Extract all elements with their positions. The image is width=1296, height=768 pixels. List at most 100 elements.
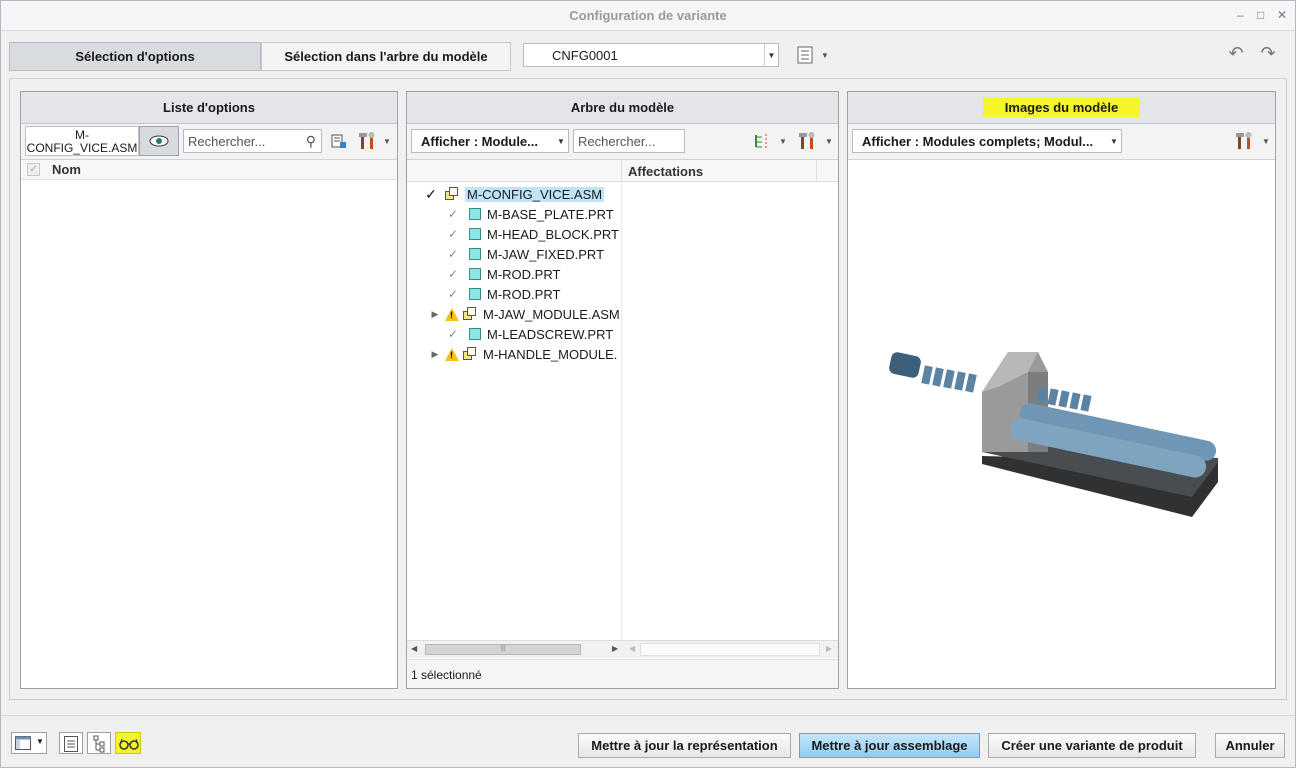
tree-row[interactable]: ▶ ! M-HANDLE_MODULE.: [429, 344, 618, 364]
tree-row[interactable]: ✓ M-JAW_FIXED.PRT: [447, 244, 604, 264]
layout-icon: [15, 736, 31, 750]
tree-row[interactable]: ✓ M-HEAD_BLOCK.PRT: [447, 224, 619, 244]
close-icon[interactable]: ✕: [1277, 8, 1287, 22]
tree-status-bar: 1 sélectionné: [407, 659, 838, 688]
tree-row[interactable]: ✓ M-ROD.PRT: [447, 264, 560, 284]
part-icon: [469, 248, 481, 260]
part-icon: [469, 268, 481, 280]
options-column-header: ✓ Nom: [21, 160, 397, 180]
images-show-dropdown[interactable]: Afficher : Modules complets; Modul... ▼: [852, 129, 1122, 153]
tree-item-label: M-JAW_MODULE.ASM: [483, 306, 620, 322]
glasses-icon: [119, 738, 139, 750]
images-view-button[interactable]: [115, 732, 141, 754]
part-icon: [469, 208, 481, 220]
tree-show-value: Afficher : Module...: [421, 133, 538, 149]
options-toolbar: M- CONFIG_VICE.ASM Rechercher... ⚲ ▼: [21, 124, 397, 160]
check-icon[interactable]: ✓: [447, 267, 459, 281]
tab-bar: Sélection d'options Sélection dans l'arb…: [1, 32, 1295, 77]
tree-tools-icon[interactable]: [797, 131, 819, 151]
check-icon[interactable]: ✓: [447, 247, 459, 261]
check-icon[interactable]: ✓: [447, 287, 459, 301]
chevron-down-icon[interactable]: ▼: [777, 133, 789, 149]
chevron-down-icon[interactable]: ▼: [381, 133, 393, 149]
warning-icon: !: [445, 307, 459, 321]
tree-show-dropdown[interactable]: Afficher : Module... ▼: [411, 129, 569, 153]
chevron-down-icon[interactable]: ▼: [823, 133, 835, 149]
column-name-label: Nom: [52, 162, 81, 177]
scroll-right-icon[interactable]: ▶: [612, 644, 618, 653]
tab-option-selection[interactable]: Sélection d'options: [9, 42, 261, 71]
tree-item-label: M-BASE_PLATE.PRT: [487, 206, 614, 222]
warning-icon: !: [445, 347, 459, 361]
eye-toggle-button[interactable]: [139, 126, 179, 156]
tree-item-label: M-JAW_FIXED.PRT: [487, 246, 605, 262]
module-icon: [463, 307, 477, 321]
title-bar: Configuration de variante – □ ✕: [1, 1, 1295, 31]
chevron-down-icon: ▼: [557, 136, 565, 146]
list-icon: [64, 736, 78, 752]
images-show-value: Afficher : Modules complets; Modul...: [862, 133, 1094, 149]
chevron-down-icon[interactable]: ▼: [1260, 133, 1272, 149]
check-icon[interactable]: ✓: [447, 207, 459, 221]
window-title: Configuration de variante: [569, 8, 727, 23]
tree-item-label: M-HANDLE_MODULE.: [483, 346, 618, 362]
undo-icon[interactable]: ↶: [1225, 42, 1247, 64]
module-icon: [463, 347, 477, 361]
cancel-button[interactable]: Annuler: [1215, 733, 1285, 758]
model-name-chip: M- CONFIG_VICE.ASM: [25, 126, 139, 156]
images-tools-icon[interactable]: [1234, 131, 1256, 151]
column-assignments-label: Affectations: [628, 164, 704, 179]
redo-icon[interactable]: ↷: [1257, 42, 1279, 64]
eye-icon: [149, 135, 169, 147]
tools-icon[interactable]: [357, 131, 379, 151]
check-icon[interactable]: ✓: [425, 186, 437, 203]
configuration-select[interactable]: CNFG0001 ▼: [523, 43, 779, 67]
tree-item-label: M-ROD.PRT: [487, 266, 561, 282]
update-assembly-button[interactable]: Mettre à jour assemblage: [799, 733, 980, 758]
bottom-bar: ▼ Mettre à jour la représentation Mettre…: [1, 715, 1295, 767]
select-all-checkbox[interactable]: ✓: [27, 163, 40, 176]
tree-item-label: M-LEADSCREW.PRT: [487, 326, 614, 342]
filter-list-icon[interactable]: [330, 132, 348, 150]
options-search-placeholder: Rechercher...: [188, 133, 266, 149]
layout-switch-button[interactable]: ▼: [11, 732, 47, 754]
tree-row[interactable]: ✓ M-CONFIG_VICE.ASM: [425, 184, 605, 204]
check-icon[interactable]: ✓: [447, 327, 459, 341]
tree-columns-icon[interactable]: [753, 132, 773, 150]
scroll-right-icon[interactable]: ▶: [826, 644, 832, 653]
scroll-left-icon[interactable]: ◀: [411, 644, 417, 653]
scroll-left-icon[interactable]: ◀: [629, 644, 635, 653]
tree-row[interactable]: ▶ ! M-JAW_MODULE.ASM: [429, 304, 620, 324]
scroll-thumb[interactable]: |||: [425, 644, 581, 655]
options-list-title: Liste d'options: [21, 92, 397, 124]
variant-configuration-window: Configuration de variante – □ ✕ Sélectio…: [0, 0, 1296, 768]
check-icon[interactable]: ✓: [447, 227, 459, 241]
expand-arrow-icon[interactable]: ▶: [429, 349, 441, 360]
tree-row[interactable]: ✓ M-BASE_PLATE.PRT: [447, 204, 614, 224]
tree-row[interactable]: ✓ M-ROD.PRT: [447, 284, 560, 304]
assembly-icon: [445, 187, 459, 201]
chevron-down-icon: ▼: [764, 44, 778, 66]
tree-horizontal-scrollbar[interactable]: ◀ ||| ▶ ◀ ▶: [407, 640, 838, 658]
create-variant-button[interactable]: Créer une variante de produit: [988, 733, 1196, 758]
tree-column-header: Affectations: [407, 160, 838, 182]
expand-arrow-icon[interactable]: ▶: [429, 309, 441, 320]
options-search-input[interactable]: Rechercher... ⚲: [183, 129, 322, 153]
tab-model-tree-selection[interactable]: Sélection dans l'arbre du modèle: [261, 42, 511, 71]
chevron-down-icon: ▼: [1110, 136, 1118, 146]
minimize-icon[interactable]: –: [1237, 8, 1244, 22]
tree-view-button[interactable]: [87, 732, 111, 754]
chevron-down-icon: ▼: [36, 737, 44, 746]
vice-model-image: [889, 352, 1218, 517]
configuration-list-icon[interactable]: [795, 45, 815, 65]
chevron-down-icon[interactable]: ▼: [819, 46, 831, 64]
part-icon: [469, 288, 481, 300]
update-representation-button[interactable]: Mettre à jour la représentation: [578, 733, 791, 758]
search-icon[interactable]: ⚲: [306, 133, 316, 150]
tree-row[interactable]: ✓ M-LEADSCREW.PRT: [447, 324, 613, 344]
tree-item-label: M-CONFIG_VICE.ASM: [465, 186, 605, 202]
tree-search-input[interactable]: Rechercher...: [573, 129, 685, 153]
maximize-icon[interactable]: □: [1257, 8, 1264, 22]
options-view-button[interactable]: [59, 732, 83, 754]
model-images-title: Images du modèle: [982, 98, 1141, 117]
